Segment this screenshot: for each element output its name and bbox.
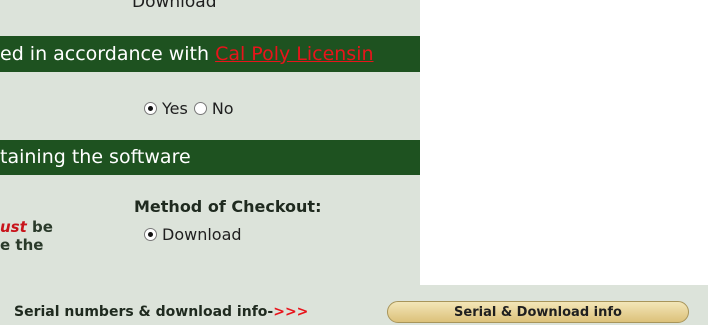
download-option-label: Download	[162, 225, 242, 244]
must-emphasis: ust	[0, 218, 27, 236]
license-band-text: ed in accordance with	[0, 43, 216, 65]
cal-poly-licensing-link[interactable]: Cal Poly Licensin	[215, 43, 373, 65]
yes-radio[interactable]	[144, 102, 157, 115]
obtaining-software-text: taining the software	[0, 146, 191, 168]
serial-info-text: Serial numbers & download info-	[14, 304, 274, 320]
serial-info-label: Serial numbers & download info->>>	[14, 304, 308, 320]
yes-label: Yes	[162, 99, 188, 118]
no-radio[interactable]	[193, 102, 207, 115]
no-label: No	[211, 99, 234, 118]
must-be-note: ust be e the	[0, 218, 53, 254]
download-option: Download	[144, 225, 242, 244]
download-radio[interactable]	[144, 228, 157, 241]
note-line-2: e the	[0, 236, 44, 254]
must-be-rest: be	[26, 218, 53, 236]
method-of-checkout-heading: Method of Checkout:	[134, 197, 322, 216]
download-heading-cut: Download	[132, 0, 217, 12]
form-panel: Download ed in accordance with Cal Poly …	[0, 0, 420, 285]
obtaining-software-band: taining the software	[0, 140, 420, 175]
serial-arrows: >>>	[273, 304, 309, 320]
yes-no-radio-group: Yes No	[144, 99, 240, 118]
serial-download-info-button[interactable]: Serial & Download info	[387, 301, 689, 323]
license-band: ed in accordance with Cal Poly Licensin	[0, 36, 420, 72]
